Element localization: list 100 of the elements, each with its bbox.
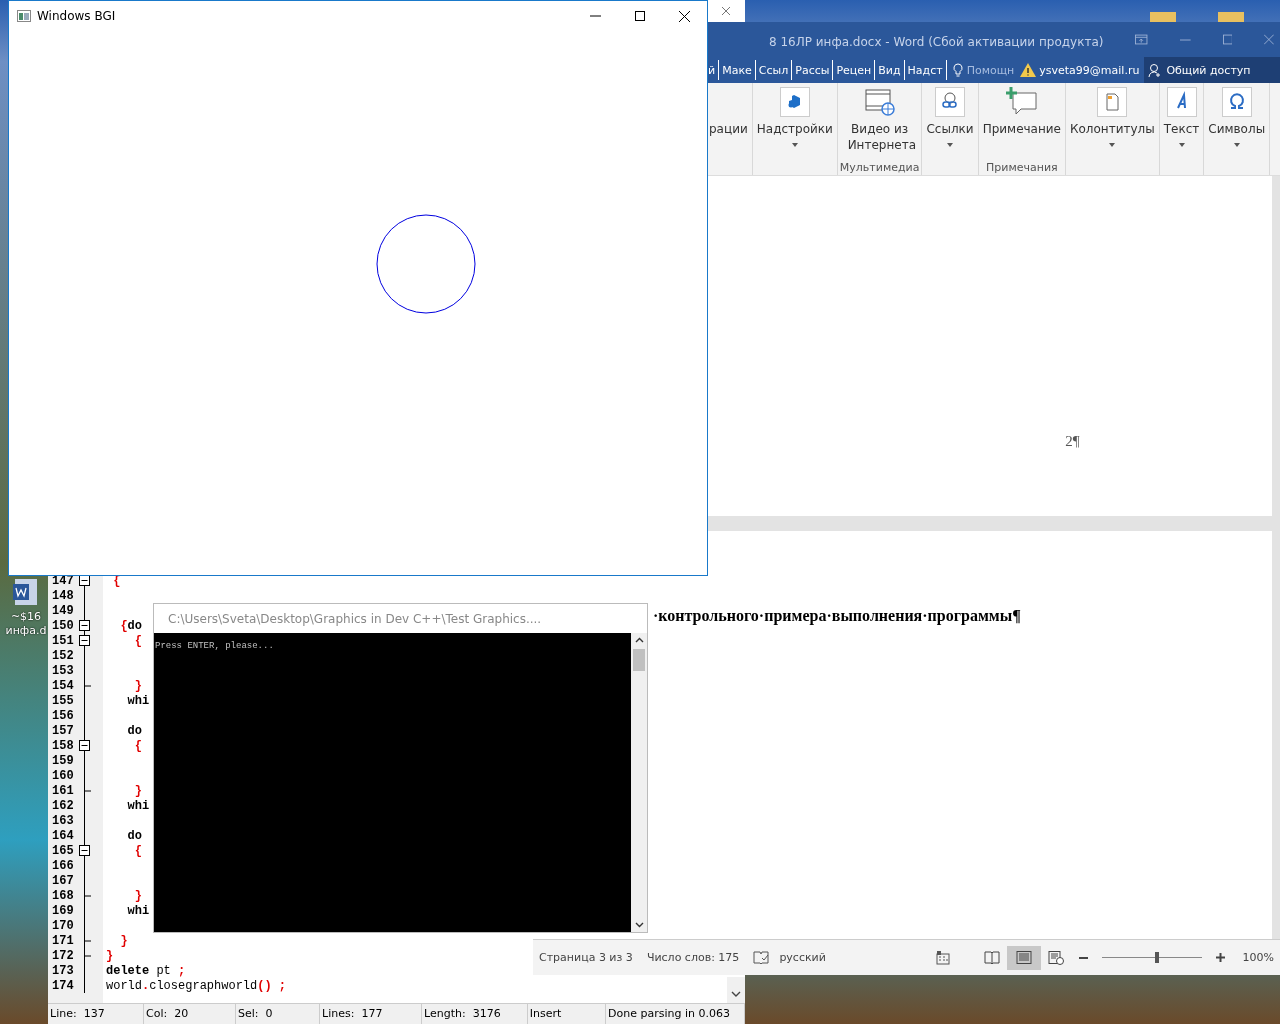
- close-icon[interactable]: [679, 10, 690, 22]
- scroll-thumb[interactable]: [633, 649, 645, 671]
- share-button[interactable]: Общий доступ: [1144, 57, 1280, 83]
- ribbon-display-icon[interactable]: [1135, 34, 1148, 45]
- line-number: 157: [51, 723, 75, 738]
- status-field: Line: 137: [48, 1004, 144, 1024]
- fold-toggle[interactable]: [79, 620, 90, 631]
- caret-icon: [1233, 143, 1240, 147]
- scroll-down-icon[interactable]: [634, 922, 644, 928]
- window-title: Windows BGI: [37, 9, 116, 23]
- fold-toggle[interactable]: [79, 740, 90, 751]
- ribbon-button[interactable]: Надстройки: [754, 85, 835, 175]
- ribbon-button[interactable]: рации: [707, 85, 750, 175]
- scrollbar[interactable]: [631, 633, 647, 932]
- line-number: 161: [51, 783, 75, 798]
- caret-icon: [1178, 143, 1185, 147]
- ribbon-button[interactable]: Текст: [1161, 85, 1202, 175]
- code-line: world.closegraphworld() ;: [105, 978, 287, 993]
- code-line: }: [133, 888, 142, 903]
- line-number: 164: [51, 828, 75, 843]
- ribbon-tab[interactable]: Ссыл: [755, 60, 793, 80]
- code-line: }: [133, 783, 142, 798]
- line-number: 173: [51, 963, 75, 978]
- add-in-icon: [779, 87, 810, 117]
- console-output: Press ENTER, please...: [154, 640, 274, 652]
- fold-toggle[interactable]: [79, 845, 90, 856]
- ribbon-button[interactable]: Колонтитулы: [1068, 85, 1157, 175]
- web-page-icon: [1047, 950, 1064, 965]
- status-field: Col: 20: [143, 1004, 236, 1024]
- ribbon-tab[interactable]: Маке: [719, 60, 756, 80]
- zoom-out-icon[interactable]: [1078, 956, 1088, 959]
- line-number: 168: [51, 888, 75, 903]
- line-number: 159: [51, 753, 75, 768]
- tell-me-field[interactable]: Помощн: [966, 63, 1015, 77]
- line-number: 155: [51, 693, 75, 708]
- omega-icon: [1221, 87, 1252, 117]
- ribbon-button[interactable]: Ссылки: [924, 85, 976, 175]
- proofing-icon[interactable]: [753, 950, 770, 965]
- maximize-icon[interactable]: [635, 11, 645, 21]
- line-number: 174: [51, 978, 75, 993]
- fold-toggle[interactable]: [79, 635, 90, 646]
- person-add-icon: [1148, 62, 1163, 78]
- line-number: 171: [51, 933, 75, 948]
- page-icon: [1097, 87, 1128, 117]
- scroll-down-icon[interactable]: [731, 991, 741, 998]
- line-number: 152: [51, 648, 75, 663]
- line-number: 154: [51, 678, 75, 693]
- status-field: Length: 3176: [422, 1004, 528, 1024]
- account-name[interactable]: ysveta99@mail.ru: [1039, 63, 1140, 77]
- line-number: 169: [51, 903, 75, 918]
- line-number: 170: [51, 918, 75, 933]
- ribbon-tab[interactable]: Рассы: [792, 60, 834, 80]
- ribbon-tab[interactable]: Надст: [904, 60, 947, 80]
- zoom-level[interactable]: 100%: [1242, 951, 1274, 964]
- warning-icon: [1020, 63, 1037, 77]
- macro-icon[interactable]: [935, 950, 950, 965]
- window-title: 8 16ЛР инфа.docx - Word (Сбой активации продукта): [769, 33, 1104, 49]
- language-label[interactable]: русский: [779, 951, 826, 964]
- caret-icon: [947, 143, 954, 147]
- line-number: 162: [51, 798, 75, 813]
- page-lines-icon: [1015, 951, 1032, 964]
- line-number: 167: [51, 873, 75, 888]
- ribbon-button[interactable]: Символы: [1206, 85, 1268, 175]
- status-field: Sel: 0: [236, 1004, 321, 1024]
- status-field: Done parsing in 0.063: [606, 1004, 745, 1024]
- code-line: {: [133, 738, 142, 753]
- code-line: }: [119, 933, 128, 948]
- code-line: whi: [126, 693, 150, 708]
- line-number: 153: [51, 663, 75, 678]
- scrollbar[interactable]: [727, 977, 745, 1003]
- zoom-in-icon[interactable]: [1215, 953, 1225, 962]
- ribbon-button[interactable]: Видео из Интернета: [845, 85, 914, 161]
- group-label: Мультимедиа: [839, 161, 920, 175]
- link-icon: [935, 87, 966, 117]
- print-layout-button[interactable]: [1006, 945, 1041, 970]
- caret-icon: [791, 143, 798, 147]
- ribbon-tab[interactable]: Вид: [875, 60, 905, 80]
- word-count[interactable]: Число слов: 175: [646, 951, 740, 964]
- code-line: }: [105, 948, 114, 963]
- line-number: 148: [51, 588, 75, 603]
- code-line: do: [126, 723, 142, 738]
- ribbon-tab[interactable]: Рецен: [833, 60, 876, 80]
- line-number: 156: [51, 708, 75, 723]
- group-label: Примечания: [986, 161, 1058, 175]
- app-icon: [17, 10, 31, 22]
- line-number: 163: [51, 813, 75, 828]
- page-count[interactable]: Страница 3 из 3: [539, 951, 633, 964]
- line-number: 166: [51, 858, 75, 873]
- code-line: {: [133, 843, 142, 858]
- comment-icon: [1005, 87, 1038, 117]
- video-icon: [863, 87, 896, 117]
- ribbon-button[interactable]: Примечание: [980, 85, 1063, 161]
- window-title: C:\Users\Sveta\Desktop\Graphics in Dev C++\Test Graphics....: [168, 611, 542, 626]
- code-line: do: [126, 828, 142, 843]
- page-number: 2¶: [1065, 433, 1080, 450]
- text-icon: [1166, 87, 1197, 117]
- scroll-up-icon[interactable]: [634, 637, 644, 643]
- code-line: delete pt ;: [105, 963, 186, 978]
- code-line: whi: [126, 903, 150, 918]
- line-number: 151: [51, 633, 75, 648]
